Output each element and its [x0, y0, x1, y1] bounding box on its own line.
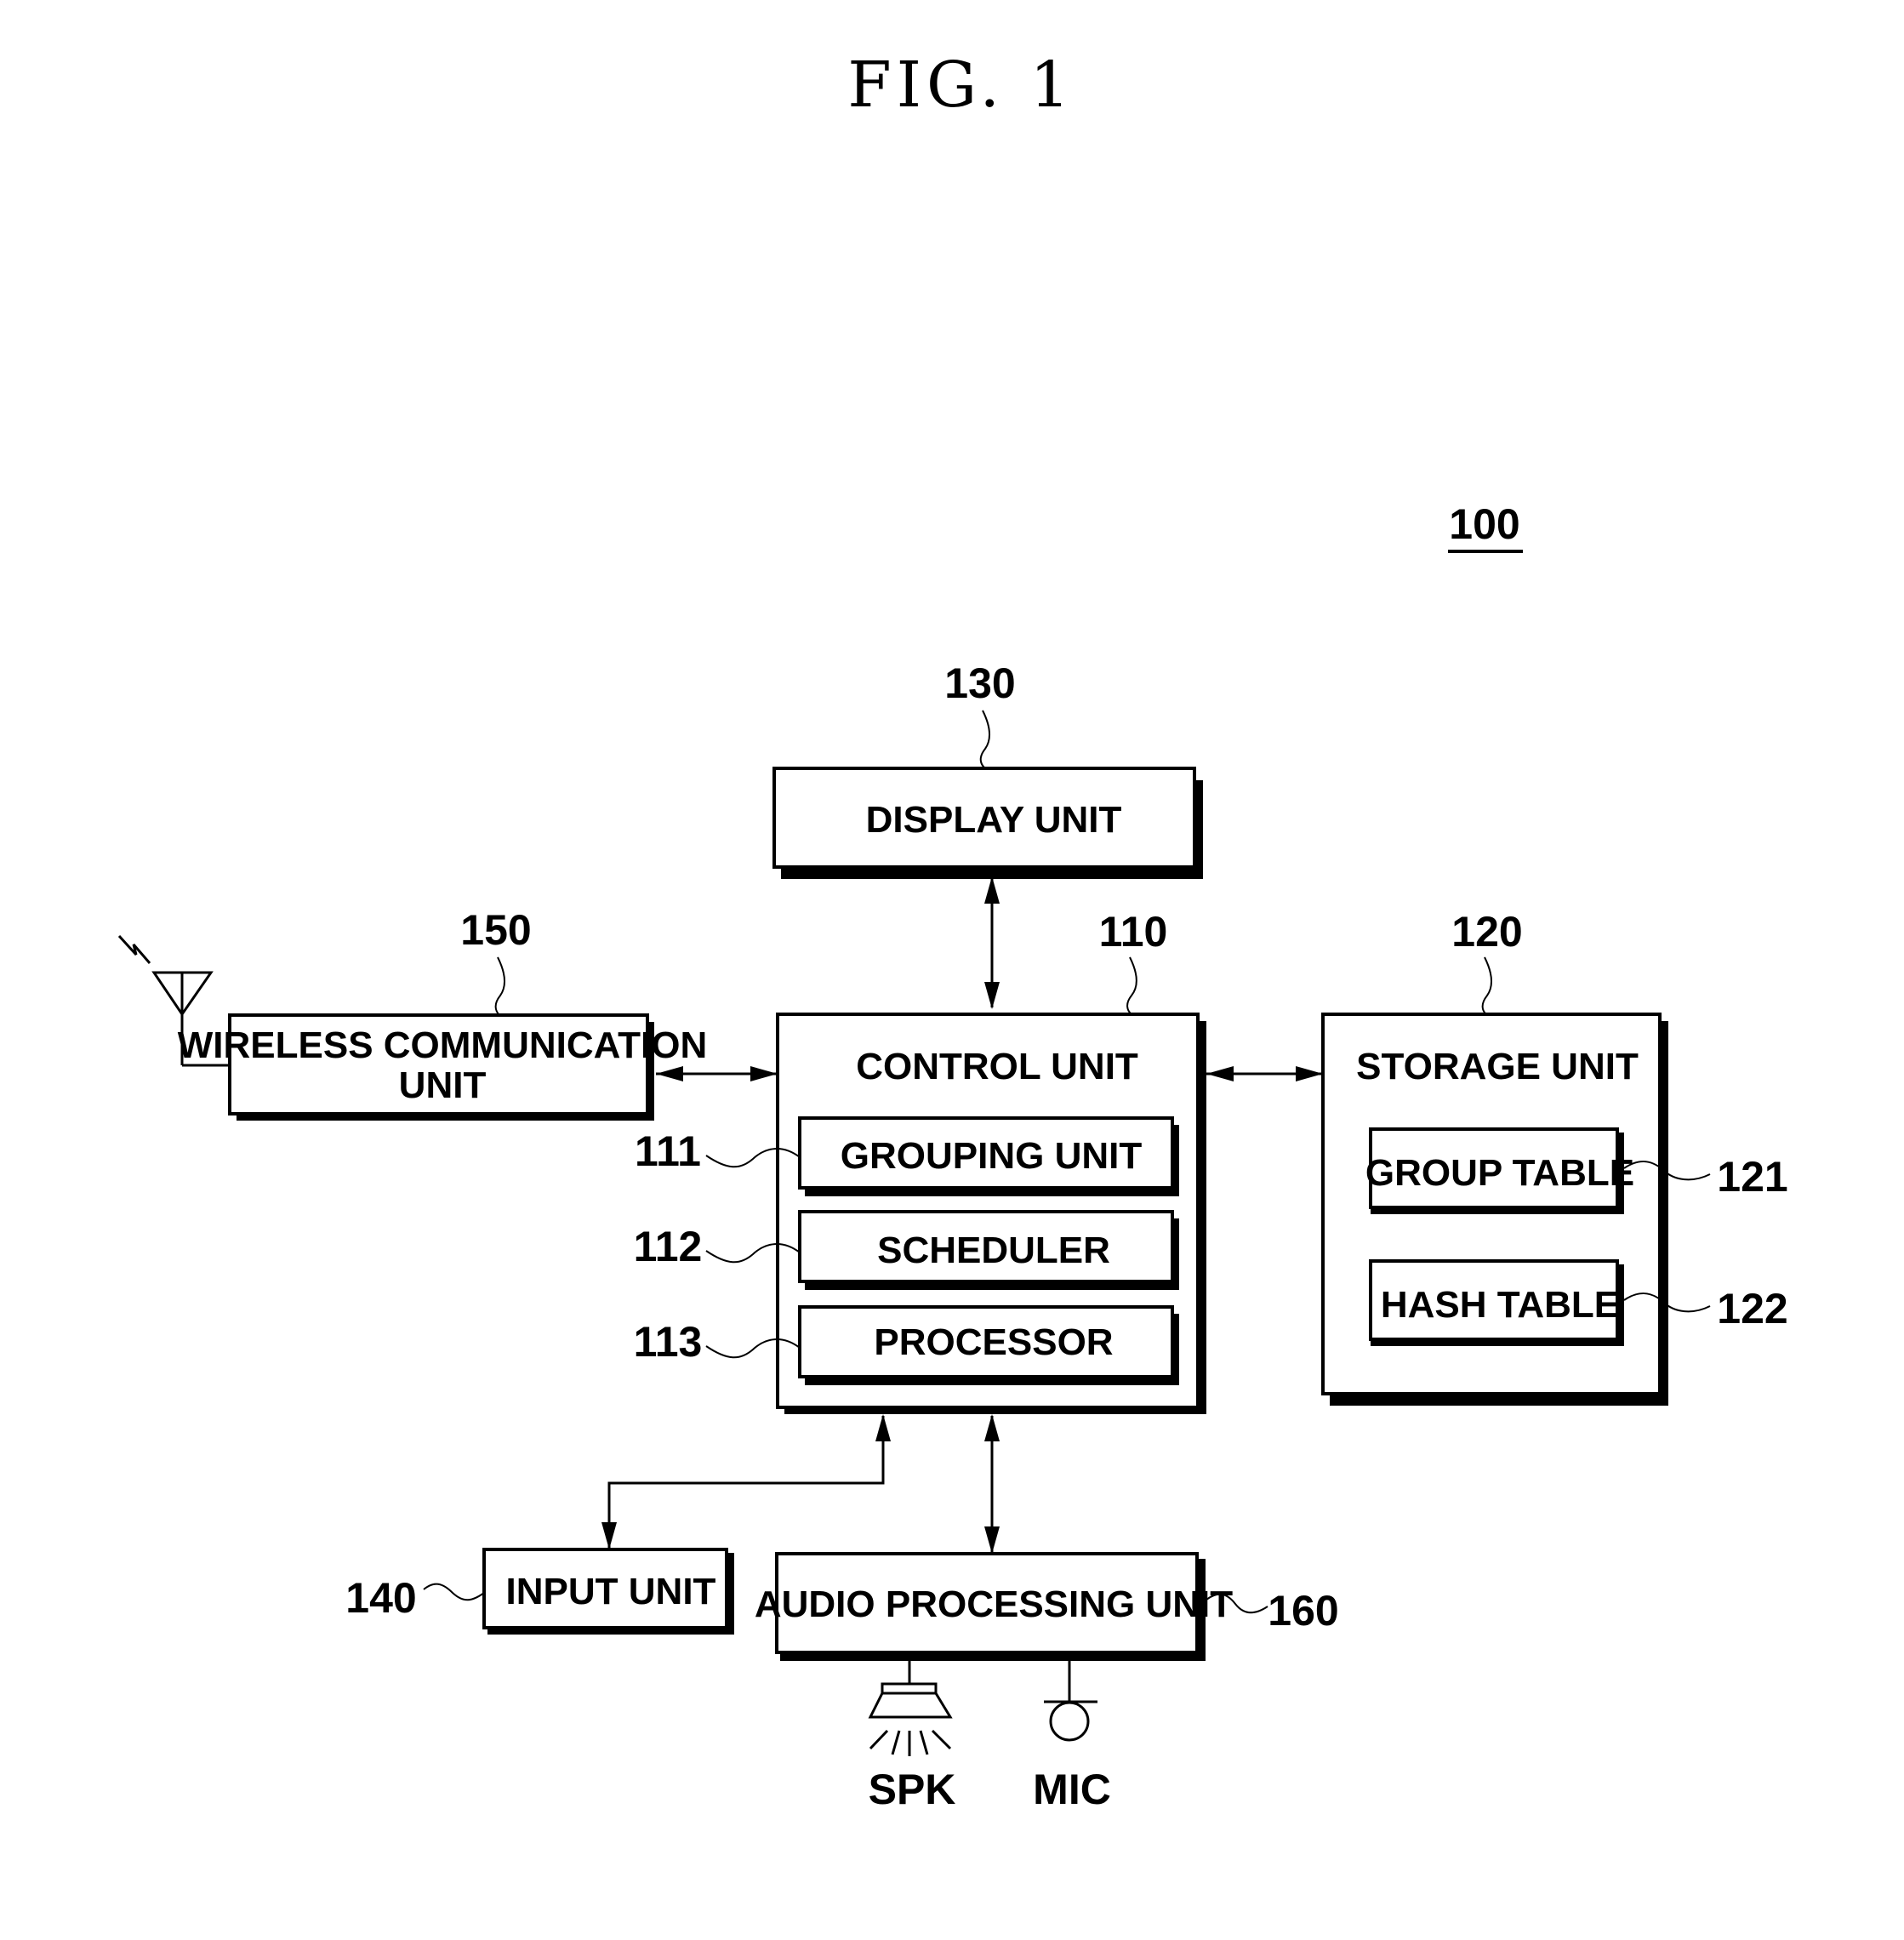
input-unit-block: INPUT UNIT	[482, 1548, 734, 1635]
arrow-left-icon	[656, 1066, 683, 1081]
audio-processing-unit-ref: 160	[1268, 1587, 1338, 1635]
input-unit-ref: 140	[345, 1574, 416, 1622]
audio-processing-unit-block: AUDIO PROCESSING UNIT	[755, 1552, 1233, 1661]
wireless-unit-block: WIRELESS COMMUNICATION UNIT	[178, 1013, 708, 1121]
microphone-label: MIC	[1033, 1766, 1111, 1813]
block-diagram: FIG. 1 100 DISPLAY UNIT 130 CONTROL UNIT…	[117, 48, 1788, 1813]
arrow-up-icon	[875, 1414, 891, 1441]
group-table-block: GROUP TABLE	[1365, 1127, 1634, 1214]
scheduler-ref: 112	[634, 1223, 703, 1270]
storage-unit-label: STORAGE UNIT	[1356, 1046, 1639, 1087]
hash-table-label: HASH TABLE	[1381, 1284, 1619, 1326]
storage-unit-leader	[1481, 956, 1492, 1015]
grouping-unit-label: GROUPING UNIT	[841, 1135, 1143, 1177]
processor-label: PROCESSOR	[874, 1321, 1113, 1363]
arrow-right-icon	[750, 1066, 778, 1081]
speaker-icon	[868, 1661, 953, 1756]
hash-table-ref: 122	[1717, 1285, 1787, 1332]
arrow-up-icon	[984, 1414, 1000, 1441]
scheduler-block: SCHEDULER	[798, 1210, 1179, 1290]
microphone-icon	[1044, 1661, 1097, 1742]
wireless-unit-ref: 150	[460, 906, 531, 954]
figure-title: FIG. 1	[847, 48, 1075, 122]
grouping-unit-ref: 111	[635, 1127, 701, 1175]
audio-processing-unit-label: AUDIO PROCESSING UNIT	[755, 1583, 1233, 1625]
arrow-down-icon	[601, 1522, 617, 1549]
input-unit-label: INPUT UNIT	[506, 1571, 716, 1612]
device-ref-label: 100	[1449, 500, 1519, 548]
arrow-left-icon	[1206, 1066, 1234, 1081]
control-input-connector	[607, 1416, 885, 1548]
arrow-right-icon	[1296, 1066, 1323, 1081]
group-table-label: GROUP TABLE	[1365, 1152, 1634, 1194]
processor-ref: 113	[634, 1318, 703, 1366]
scheduler-label: SCHEDULER	[877, 1230, 1110, 1271]
group-table-ref: 121	[1717, 1153, 1787, 1201]
storage-unit-ref: 120	[1451, 908, 1522, 956]
input-unit-leader	[423, 1583, 485, 1601]
wireless-unit-label-line2: UNIT	[399, 1064, 487, 1106]
grouping-unit-block: GROUPING UNIT	[798, 1116, 1179, 1196]
control-unit-label: CONTROL UNIT	[856, 1046, 1138, 1087]
arrow-down-icon	[984, 1526, 1000, 1554]
wireless-unit-label-line1: WIRELESS COMMUNICATION	[178, 1024, 708, 1066]
display-unit-block: DISPLAY UNIT	[772, 767, 1203, 879]
arrow-down-icon	[984, 982, 1000, 1009]
hash-table-block: HASH TABLE	[1369, 1259, 1624, 1346]
display-unit-ref: 130	[944, 659, 1015, 707]
speaker-label: SPK	[869, 1766, 956, 1813]
display-unit-leader	[979, 710, 990, 769]
arrow-up-icon	[984, 876, 1000, 904]
control-unit-ref: 110	[1099, 908, 1168, 956]
display-unit-label: DISPLAY UNIT	[866, 799, 1122, 841]
control-unit-leader	[1126, 956, 1137, 1015]
processor-block: PROCESSOR	[798, 1305, 1179, 1385]
wireless-unit-leader	[494, 956, 505, 1016]
